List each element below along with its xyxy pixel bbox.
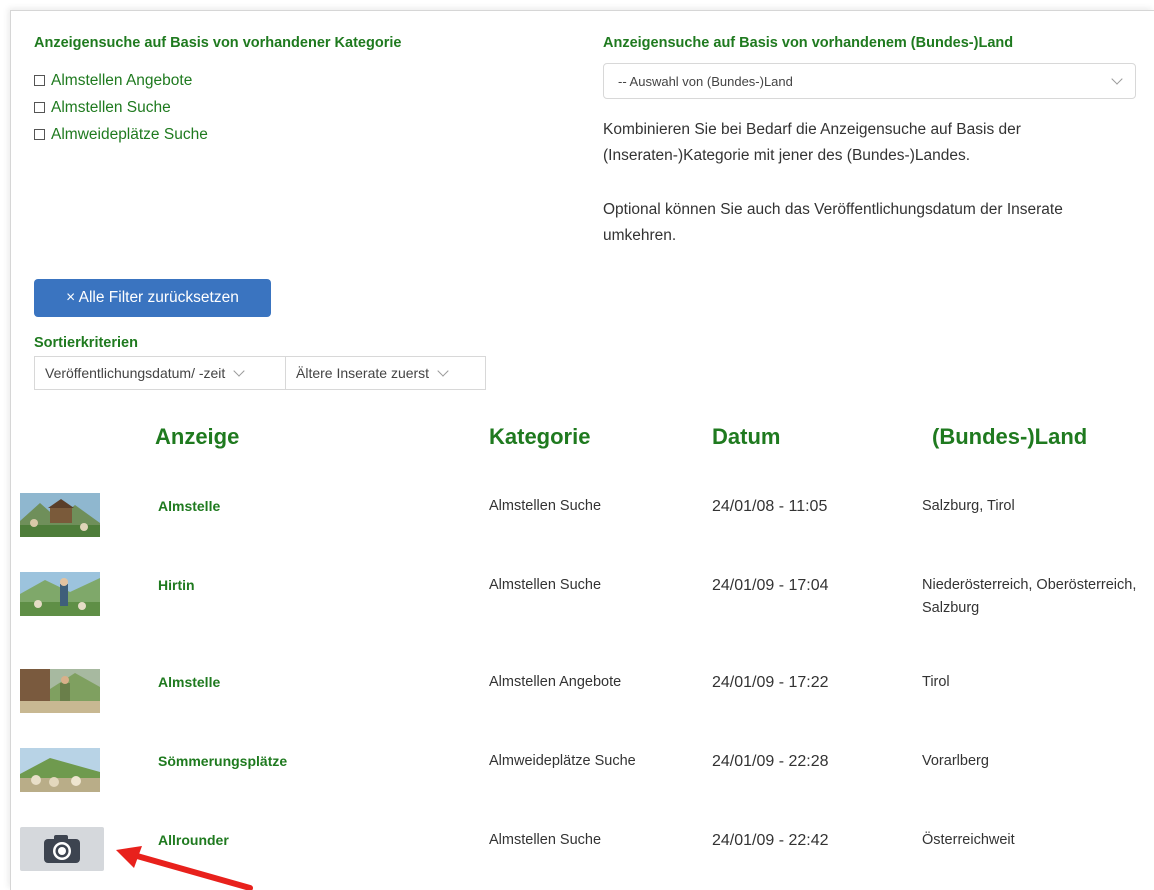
chevron-down-icon [233, 365, 245, 377]
annotation-arrow [116, 846, 253, 890]
sort-field-value: Veröffentlichungsdatum/ -zeit [45, 365, 226, 381]
listing-thumbnail-placeholder[interactable] [20, 827, 104, 871]
listing-photo [20, 493, 100, 537]
listing-date: 24/01/09 - 17:22 [712, 674, 829, 691]
listing-title-link[interactable]: Sömmerungsplätze [158, 753, 287, 769]
category-checkbox-list: Almstellen Angebote Almstellen Suche Alm… [34, 67, 208, 148]
camera-icon [44, 835, 80, 863]
listing-title-link[interactable]: Almstelle [158, 674, 220, 690]
listing-land: Niederösterreich, Oberösterreich, Salzbu… [922, 577, 1137, 616]
sort-field-select[interactable]: Veröffentlichungsdatum/ -zeit [34, 356, 286, 390]
sort-title: Sortierkriterien [34, 335, 138, 351]
listing-category: Almstellen Suche [489, 498, 602, 514]
column-header-kategorie: Kategorie [489, 424, 591, 449]
info-text-optional: Optional können Sie auch das Veröffentli… [603, 201, 1063, 244]
sort-order-value: Ältere Inserate zuerst [296, 365, 430, 381]
listing-photo [20, 572, 100, 616]
listing-land: Österreichweit [922, 832, 1015, 848]
column-header-anzeige: Anzeige [155, 424, 240, 449]
listing-date: 24/01/09 - 22:42 [712, 832, 829, 849]
listing-category: Almweideplätze Suche [489, 753, 636, 769]
checkbox-icon[interactable] [34, 75, 45, 86]
column-header-land: (Bundes-)Land [932, 424, 1088, 449]
sort-controls: Veröffentlichungsdatum/ -zeit Ältere Ins… [34, 356, 486, 390]
land-select[interactable]: -- Auswahl von (Bundes-)Land [603, 63, 1136, 99]
listing-date: 24/01/08 - 11:05 [712, 498, 828, 515]
listing-category: Almstellen Angebote [489, 674, 622, 690]
info-text-combine: Kombinieren Sie bei Bedarf die Anzeigens… [603, 121, 1021, 164]
listing-thumbnail[interactable] [20, 669, 100, 713]
reset-filters-button[interactable]: × Alle Filter zurücksetzen [34, 279, 271, 317]
checkbox-label: Almweideplätze Suche [51, 125, 208, 143]
listing-thumbnail[interactable] [20, 572, 100, 616]
category-checkbox-almstellen-angebote[interactable]: Almstellen Angebote [34, 67, 208, 94]
listing-photo [20, 669, 100, 713]
listing-date: 24/01/09 - 22:28 [712, 753, 829, 770]
checkbox-label: Almstellen Suche [51, 98, 171, 116]
chevron-down-icon [1111, 73, 1123, 85]
listing-land: Salzburg, Tirol [922, 498, 1015, 514]
listing-thumbnail[interactable] [20, 493, 100, 537]
listing-category: Almstellen Suche [489, 577, 602, 593]
land-filter-heading: Anzeigensuche auf Basis von vorhandenem … [603, 35, 1014, 51]
category-checkbox-almweideplaetze-suche[interactable]: Almweideplätze Suche [34, 121, 208, 148]
listing-photo [20, 748, 100, 792]
checkbox-icon[interactable] [34, 102, 45, 113]
category-checkbox-almstellen-suche[interactable]: Almstellen Suche [34, 94, 208, 121]
land-select-value: -- Auswahl von (Bundes-)Land [618, 73, 793, 89]
chevron-down-icon [437, 365, 449, 377]
listing-category: Almstellen Suche [489, 832, 602, 848]
listing-title-link[interactable]: Hirtin [158, 577, 195, 593]
checkbox-icon[interactable] [34, 129, 45, 140]
column-header-datum: Datum [712, 424, 781, 449]
listing-land: Vorarlberg [922, 753, 989, 769]
listing-title-link[interactable]: Almstelle [158, 498, 220, 514]
listing-date: 24/01/09 - 17:04 [712, 577, 829, 594]
listing-land: Tirol [922, 674, 950, 690]
category-filter-heading: Anzeigensuche auf Basis von vorhandener … [34, 35, 402, 51]
checkbox-label: Almstellen Angebote [51, 71, 193, 89]
sort-order-select[interactable]: Ältere Inserate zuerst [286, 356, 486, 390]
listing-thumbnail[interactable] [20, 748, 100, 792]
